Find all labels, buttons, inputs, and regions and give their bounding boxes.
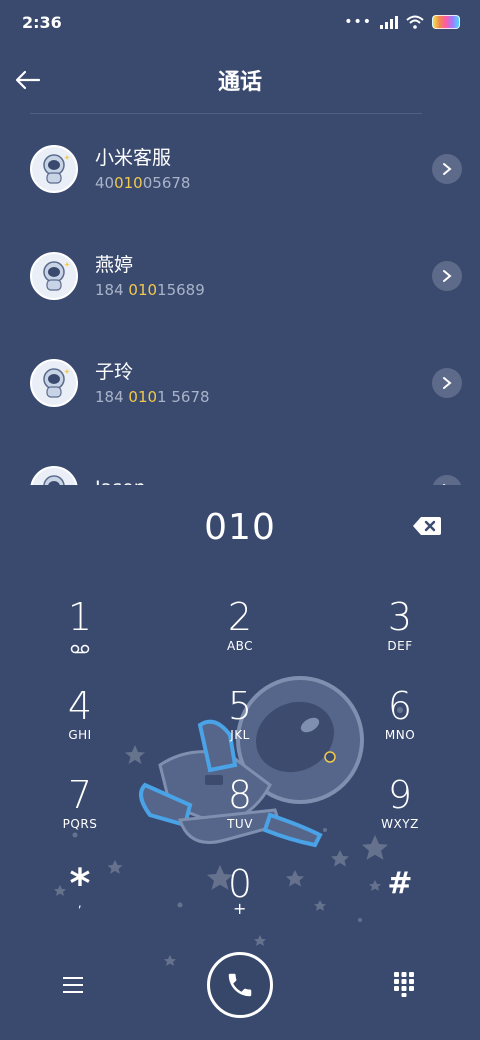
- header-divider: [30, 113, 422, 114]
- bottom-bar: [0, 930, 480, 1040]
- key-2[interactable]: 2 ABC: [190, 595, 290, 675]
- contact-number: 4001005678: [95, 173, 191, 192]
- status-time: 2:36: [22, 12, 62, 32]
- key-9[interactable]: 9 WXYZ: [350, 773, 450, 853]
- contact-row[interactable]: 燕婷 184 01015689: [0, 222, 480, 329]
- astronaut-avatar-icon: [43, 367, 70, 398]
- contact-name: 燕婷: [95, 253, 134, 276]
- contact-number: 184 01015689: [95, 280, 205, 299]
- contact-name: 子玲: [95, 360, 134, 383]
- menu-button[interactable]: [58, 970, 88, 1000]
- match-highlight: 010: [128, 387, 158, 406]
- key-1[interactable]: 1: [30, 595, 130, 675]
- contact-name: 小米客服: [95, 146, 172, 169]
- dialpad-panel: 010 1 2 ABC 3 DEF 4 GHI 5 JKL 6 MNO 7 PQ…: [0, 485, 480, 1040]
- contact-name: Jason: [95, 476, 146, 486]
- contact-row[interactable]: Jason: [0, 436, 480, 485]
- chevron-right-icon: [443, 269, 452, 282]
- contact-row[interactable]: 小米客服 4001005678: [0, 115, 480, 222]
- contact-detail-button[interactable]: [432, 153, 462, 184]
- status-bar: 2:36 •••: [0, 0, 480, 44]
- astronaut-avatar-icon: [43, 474, 65, 485]
- header: 通话: [0, 50, 480, 114]
- match-highlight: 010: [128, 280, 158, 299]
- avatar: [30, 144, 78, 193]
- astronaut-avatar-icon: [43, 260, 70, 291]
- keypad-toggle-button[interactable]: [392, 970, 422, 1000]
- key-8[interactable]: 8 TUV: [190, 773, 290, 853]
- contact-detail-button[interactable]: [432, 260, 462, 291]
- contact-detail-button[interactable]: [432, 474, 462, 485]
- match-highlight: 010: [114, 173, 143, 192]
- wifi-icon: [406, 15, 424, 29]
- key-7[interactable]: 7 PQRS: [30, 773, 130, 853]
- status-icons: •••: [344, 14, 460, 30]
- avatar: [30, 358, 78, 407]
- key-4[interactable]: 4 GHI: [30, 684, 130, 764]
- astronaut-avatar-icon: [43, 153, 70, 184]
- contact-number: 184 0101 5678: [95, 387, 210, 406]
- page-title: 通话: [217, 70, 262, 95]
- call-button[interactable]: [207, 952, 273, 1018]
- key-5[interactable]: 5 JKL: [190, 684, 290, 764]
- backspace-icon: [413, 517, 441, 535]
- dialed-number-display: 010: [204, 507, 276, 548]
- battery-icon: [432, 15, 460, 29]
- backspace-button[interactable]: [412, 515, 442, 537]
- key-3[interactable]: 3 DEF: [350, 595, 450, 675]
- contact-detail-button[interactable]: [432, 367, 462, 398]
- contact-list: 小米客服 4001005678 燕婷 184 01015689 子玲 184 0…: [0, 115, 480, 485]
- chevron-right-icon: [443, 376, 452, 389]
- chevron-right-icon: [443, 162, 452, 175]
- menu-icon: [63, 977, 83, 979]
- more-dots-icon: •••: [344, 14, 372, 30]
- avatar: [30, 465, 78, 485]
- phone-icon: [228, 973, 252, 997]
- voicemail-icon: [70, 644, 90, 654]
- key-6[interactable]: 6 MNO: [350, 684, 450, 764]
- signal-icon: [380, 15, 398, 29]
- contact-row[interactable]: 子玲 184 0101 5678: [0, 329, 480, 436]
- avatar: [30, 251, 78, 300]
- keypad-icon: [394, 972, 414, 997]
